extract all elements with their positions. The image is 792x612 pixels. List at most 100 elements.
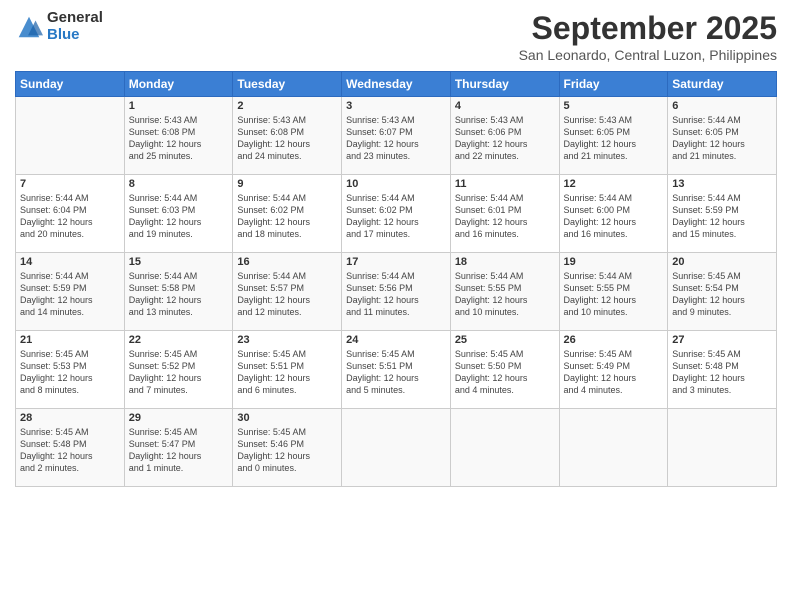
cell-content: Sunrise: 5:44 AM Sunset: 6:00 PM Dayligh… [564,192,664,241]
cell-content: Sunrise: 5:45 AM Sunset: 5:48 PM Dayligh… [20,426,120,475]
cell-content: Sunrise: 5:44 AM Sunset: 6:02 PM Dayligh… [346,192,446,241]
cell-content: Sunrise: 5:45 AM Sunset: 5:54 PM Dayligh… [672,270,772,319]
cell-content: Sunrise: 5:43 AM Sunset: 6:07 PM Dayligh… [346,114,446,163]
main-title: September 2025 [519,10,777,47]
calendar-cell: 24 Sunrise: 5:45 AM Sunset: 5:51 PM Dayli… [342,331,451,409]
cell-content: Sunrise: 5:44 AM Sunset: 6:01 PM Dayligh… [455,192,555,241]
cell-content: Sunrise: 5:44 AM Sunset: 6:03 PM Dayligh… [129,192,229,241]
cell-content: Sunrise: 5:44 AM Sunset: 6:04 PM Dayligh… [20,192,120,241]
cell-content: Sunrise: 5:44 AM Sunset: 5:55 PM Dayligh… [564,270,664,319]
cell-content: Sunrise: 5:45 AM Sunset: 5:51 PM Dayligh… [346,348,446,397]
calendar-cell: 2 Sunrise: 5:43 AM Sunset: 6:08 PM Daylig… [233,97,342,175]
day-number: 15 [129,256,229,268]
calendar-cell: 29 Sunrise: 5:45 AM Sunset: 5:47 PM Dayli… [124,409,233,487]
calendar-cell: 19Sunrise: 5:44 AM Sunset: 5:55 PM Dayli… [559,253,668,331]
calendar-cell: 22Sunrise: 5:45 AM Sunset: 5:52 PM Dayli… [124,331,233,409]
page-header: General Blue September 2025 San Leonardo… [15,10,777,63]
cell-content: Sunrise: 5:44 AM Sunset: 5:59 PM Dayligh… [20,270,120,319]
calendar-cell: 25 Sunrise: 5:45 AM Sunset: 5:50 PM Dayli… [450,331,559,409]
cell-content: Sunrise: 5:45 AM Sunset: 5:52 PM Dayligh… [129,348,229,397]
calendar-cell: 12Sunrise: 5:44 AM Sunset: 6:00 PM Dayli… [559,175,668,253]
calendar-cell: 18Sunrise: 5:44 AM Sunset: 5:55 PM Dayli… [450,253,559,331]
calendar-cell: 28 Sunrise: 5:45 AM Sunset: 5:48 PM Dayli… [16,409,125,487]
cell-content: Sunrise: 5:45 AM Sunset: 5:53 PM Dayligh… [20,348,120,397]
cell-content: Sunrise: 5:45 AM Sunset: 5:47 PM Dayligh… [129,426,229,475]
logo-blue: Blue [47,27,103,44]
calendar-week-1: 7 Sunrise: 5:44 AM Sunset: 6:04 PM Daylig… [16,175,777,253]
calendar-cell: 17 Sunrise: 5:44 AM Sunset: 5:56 PM Dayli… [342,253,451,331]
subtitle: San Leonardo, Central Luzon, Philippines [519,47,777,63]
cell-content: Sunrise: 5:45 AM Sunset: 5:49 PM Dayligh… [564,348,664,397]
calendar-week-0: 1 Sunrise: 5:43 AM Sunset: 6:08 PM Daylig… [16,97,777,175]
cell-content: Sunrise: 5:44 AM Sunset: 5:59 PM Dayligh… [672,192,772,241]
calendar-cell [668,409,777,487]
day-number: 16 [237,256,337,268]
cell-content: Sunrise: 5:44 AM Sunset: 5:57 PM Dayligh… [237,270,337,319]
header-thursday: Thursday [450,72,559,97]
day-number: 24 [346,334,446,346]
calendar-cell [342,409,451,487]
header-sunday: Sunday [16,72,125,97]
calendar-cell: 3 Sunrise: 5:43 AM Sunset: 6:07 PM Daylig… [342,97,451,175]
day-number: 2 [237,100,337,112]
header-tuesday: Tuesday [233,72,342,97]
day-number: 4 [455,100,555,112]
calendar-cell: 11 Sunrise: 5:44 AM Sunset: 6:01 PM Dayli… [450,175,559,253]
cell-content: Sunrise: 5:44 AM Sunset: 6:05 PM Dayligh… [672,114,772,163]
calendar-cell: 9 Sunrise: 5:44 AM Sunset: 6:02 PM Daylig… [233,175,342,253]
calendar-cell: 7 Sunrise: 5:44 AM Sunset: 6:04 PM Daylig… [16,175,125,253]
calendar-cell: 15 Sunrise: 5:44 AM Sunset: 5:58 PM Dayli… [124,253,233,331]
cell-content: Sunrise: 5:44 AM Sunset: 5:55 PM Dayligh… [455,270,555,319]
day-number: 26 [564,334,664,346]
header-friday: Friday [559,72,668,97]
calendar-week-2: 14 Sunrise: 5:44 AM Sunset: 5:59 PM Dayli… [16,253,777,331]
calendar-cell: 8 Sunrise: 5:44 AM Sunset: 6:03 PM Daylig… [124,175,233,253]
day-number: 8 [129,178,229,190]
day-number: 25 [455,334,555,346]
calendar-cell: 21 Sunrise: 5:45 AM Sunset: 5:53 PM Dayli… [16,331,125,409]
day-number: 29 [129,412,229,424]
calendar-cell: 30Sunrise: 5:45 AM Sunset: 5:46 PM Dayli… [233,409,342,487]
cell-content: Sunrise: 5:45 AM Sunset: 5:48 PM Dayligh… [672,348,772,397]
calendar-cell: 1 Sunrise: 5:43 AM Sunset: 6:08 PM Daylig… [124,97,233,175]
logo-text: General Blue [47,10,103,43]
day-number: 21 [20,334,120,346]
cell-content: Sunrise: 5:44 AM Sunset: 5:58 PM Dayligh… [129,270,229,319]
calendar-cell: 27 Sunrise: 5:45 AM Sunset: 5:48 PM Dayli… [668,331,777,409]
cell-content: Sunrise: 5:43 AM Sunset: 6:08 PM Dayligh… [237,114,337,163]
calendar-cell [450,409,559,487]
cell-content: Sunrise: 5:44 AM Sunset: 5:56 PM Dayligh… [346,270,446,319]
day-number: 1 [129,100,229,112]
day-number: 27 [672,334,772,346]
calendar-cell: 23Sunrise: 5:45 AM Sunset: 5:51 PM Dayli… [233,331,342,409]
day-number: 10 [346,178,446,190]
logo: General Blue [15,10,103,43]
header-wednesday: Wednesday [342,72,451,97]
header-monday: Monday [124,72,233,97]
cell-content: Sunrise: 5:45 AM Sunset: 5:50 PM Dayligh… [455,348,555,397]
calendar-cell: 14 Sunrise: 5:44 AM Sunset: 5:59 PM Dayli… [16,253,125,331]
day-number: 23 [237,334,337,346]
day-number: 3 [346,100,446,112]
calendar-week-4: 28 Sunrise: 5:45 AM Sunset: 5:48 PM Dayli… [16,409,777,487]
cell-content: Sunrise: 5:44 AM Sunset: 6:02 PM Dayligh… [237,192,337,241]
day-number: 13 [672,178,772,190]
day-number: 28 [20,412,120,424]
calendar-cell: 5Sunrise: 5:43 AM Sunset: 6:05 PM Daylig… [559,97,668,175]
calendar-cell: 20Sunrise: 5:45 AM Sunset: 5:54 PM Dayli… [668,253,777,331]
calendar-cell: 26 Sunrise: 5:45 AM Sunset: 5:49 PM Dayli… [559,331,668,409]
calendar-week-3: 21 Sunrise: 5:45 AM Sunset: 5:53 PM Dayli… [16,331,777,409]
logo-general: General [47,10,103,27]
calendar-cell: 13 Sunrise: 5:44 AM Sunset: 5:59 PM Dayli… [668,175,777,253]
calendar-table: Sunday Monday Tuesday Wednesday Thursday… [15,71,777,487]
day-number: 11 [455,178,555,190]
calendar-cell: 4 Sunrise: 5:43 AM Sunset: 6:06 PM Daylig… [450,97,559,175]
day-number: 14 [20,256,120,268]
day-number: 17 [346,256,446,268]
day-number: 7 [20,178,120,190]
cell-content: Sunrise: 5:43 AM Sunset: 6:06 PM Dayligh… [455,114,555,163]
cell-content: Sunrise: 5:43 AM Sunset: 6:08 PM Dayligh… [129,114,229,163]
day-number: 9 [237,178,337,190]
cell-content: Sunrise: 5:43 AM Sunset: 6:05 PM Dayligh… [564,114,664,163]
title-section: September 2025 San Leonardo, Central Luz… [519,10,777,63]
